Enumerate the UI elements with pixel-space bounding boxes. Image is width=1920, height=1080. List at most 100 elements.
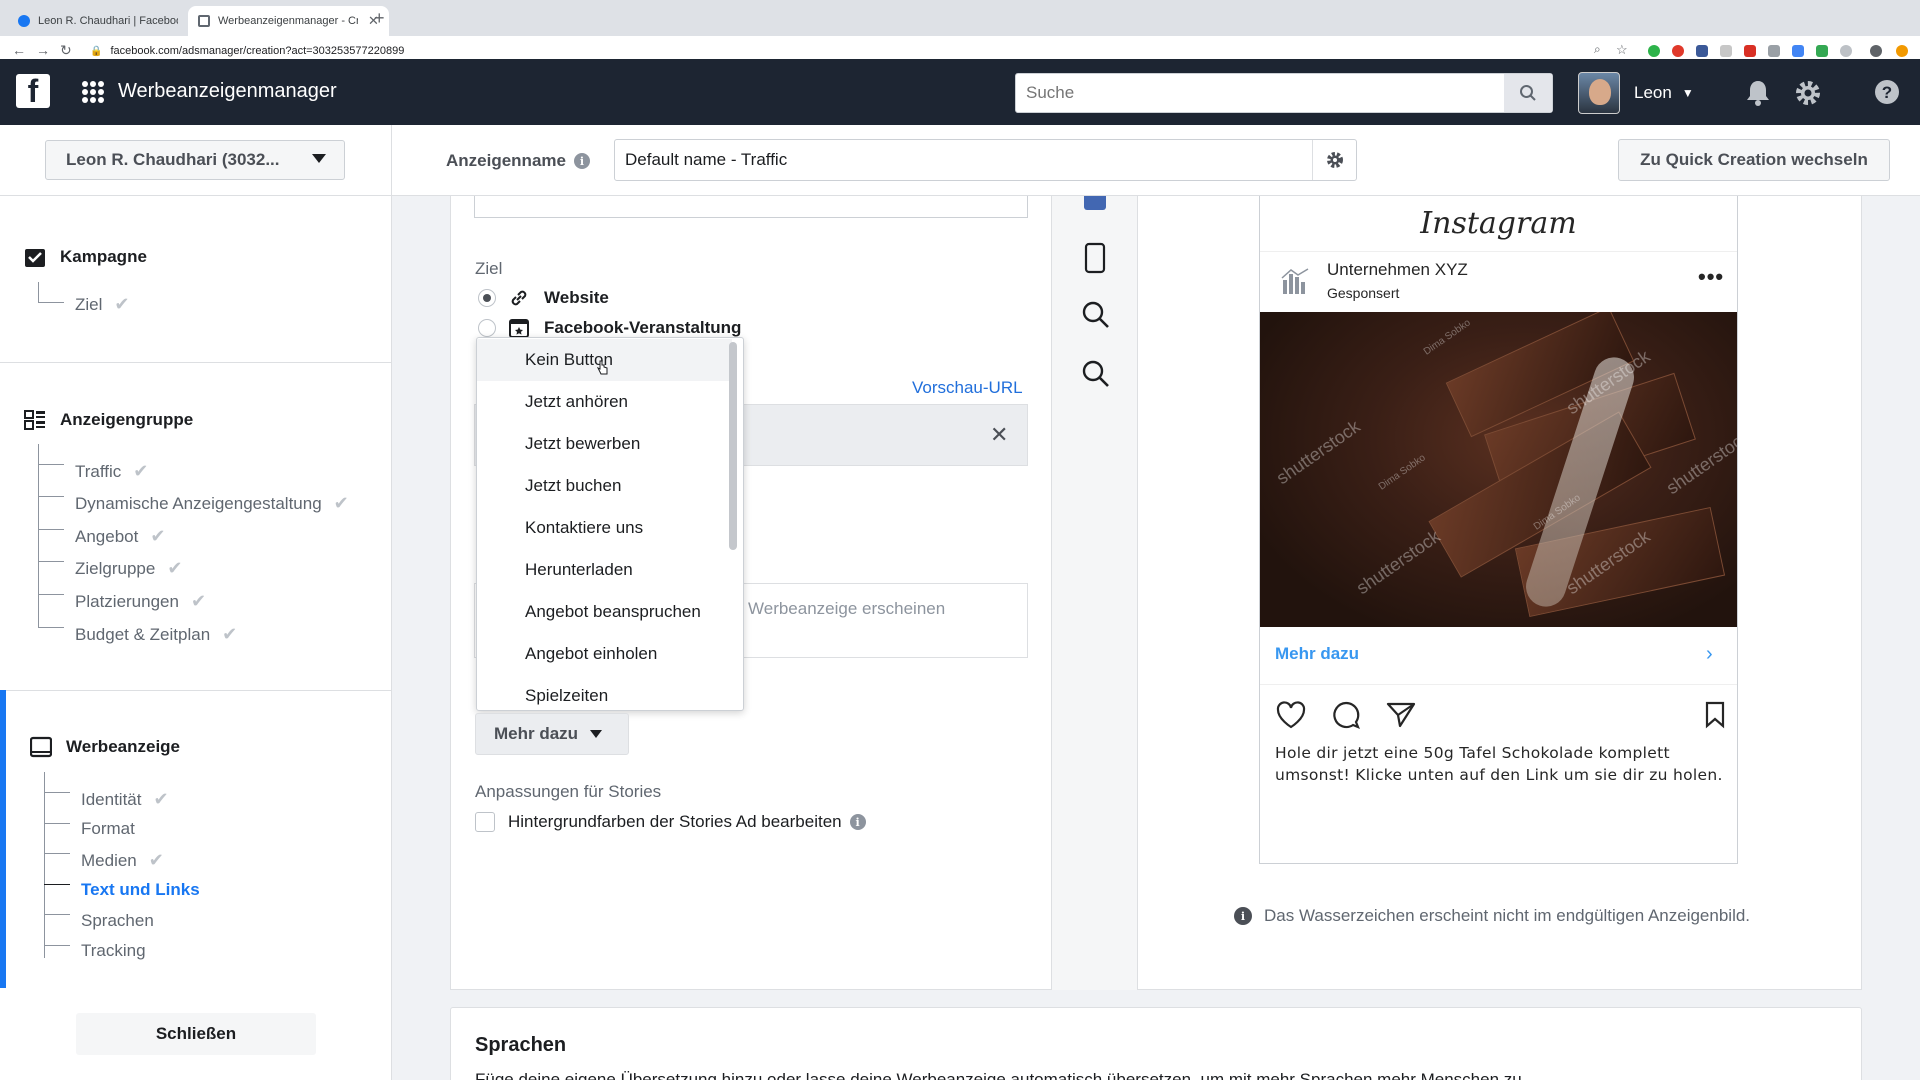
cta-option-jetzt-buchen[interactable]: Jetzt buchen: [477, 465, 732, 507]
cta-select-button[interactable]: Mehr dazu: [475, 713, 629, 755]
stories-checkbox-label: Hintergrundfarben der Stories Ad bearbei…: [508, 812, 842, 831]
back-icon[interactable]: ←: [12, 42, 26, 58]
bookmark-star-icon[interactable]: ☆: [1616, 42, 1628, 58]
event-radio[interactable]: [478, 319, 496, 337]
sidebar-item-text-links-active[interactable]: Text und Links: [81, 880, 200, 900]
close-button[interactable]: Schließen: [76, 1013, 316, 1055]
user-name: Leon: [1634, 83, 1672, 102]
dropdown-scrollbar[interactable]: [729, 342, 737, 550]
help-icon[interactable]: ?: [1874, 79, 1900, 105]
info-icon[interactable]: i: [573, 153, 590, 169]
sidebar-item-ziel[interactable]: Ziel ✔: [75, 294, 130, 315]
url-text: facebook.com/adsmanager/creation?act=303…: [110, 45, 405, 57]
sidebar-section-campaign[interactable]: Kampagne: [24, 246, 147, 268]
share-send-icon[interactable]: [1386, 701, 1416, 729]
facebook-favicon-icon: [18, 15, 30, 27]
cta-option-kontaktiere-uns[interactable]: Kontaktiere uns: [477, 507, 732, 549]
mobile-device-icon[interactable]: [1083, 242, 1107, 274]
extension-icon[interactable]: [1816, 45, 1828, 57]
text-input-partial[interactable]: [474, 196, 1028, 218]
extension-icon[interactable]: [1744, 45, 1756, 57]
url-field[interactable]: 🔒 facebook.com/adsmanager/creation?act=3…: [90, 41, 1570, 61]
preview-url-link[interactable]: Vorschau-URL: [912, 378, 1023, 398]
desktop-feed-icon[interactable]: [1084, 196, 1106, 210]
image-credit: Dima Sobko: [1421, 317, 1473, 358]
extension-icon[interactable]: [1696, 45, 1708, 57]
sidebar-item-dynamic-creative[interactable]: Dynamische Anzeigengestaltung ✔: [75, 493, 349, 514]
sidebar-section-adset[interactable]: Anzeigengruppe: [24, 409, 193, 431]
account-selector[interactable]: Leon R. Chaudhari (3032...: [45, 140, 345, 180]
forward-icon[interactable]: →: [36, 42, 50, 58]
search-results-icon[interactable]: [1081, 359, 1111, 389]
heart-icon[interactable]: [1275, 700, 1307, 730]
ad-name-input[interactable]: [615, 140, 1295, 180]
cta-option-spielzeiten[interactable]: Spielzeiten: [477, 675, 732, 710]
creation-header: Leon R. Chaudhari (3032... Anzeigenname …: [0, 125, 1920, 196]
languages-description: Füge deine eigene Übersetzung hinzu oder…: [475, 1070, 1522, 1080]
browser-tab-title: Werbeanzeigenmanager - Creat: [218, 15, 358, 27]
sidebar-item-medien[interactable]: Medien ✔: [81, 850, 164, 871]
ad-name-settings-button[interactable]: [1312, 140, 1356, 180]
destination-label: Ziel: [475, 259, 503, 278]
search-input[interactable]: [1016, 74, 1496, 112]
extension-icon[interactable]: [1768, 45, 1780, 57]
sidebar-item-angebot[interactable]: Angebot ✔: [75, 526, 165, 547]
settings-gear-icon[interactable]: [1794, 79, 1822, 107]
notifications-bell-icon[interactable]: [1745, 79, 1771, 107]
cta-option-jetzt-bewerben[interactable]: Jetzt bewerben: [477, 423, 732, 465]
apps-grid-icon[interactable]: [82, 81, 104, 103]
sidebar-item-label: Dynamische Anzeigengestaltung: [75, 493, 322, 513]
extension-icon[interactable]: [1792, 45, 1804, 57]
cta-option-angebot-einholen[interactable]: Angebot einholen: [477, 633, 732, 675]
sidebar-item-identitaet[interactable]: Identität ✔: [81, 789, 169, 810]
sidebar-item-platzierungen[interactable]: Platzierungen ✔: [75, 591, 206, 612]
info-icon[interactable]: i: [849, 814, 866, 830]
sidebar-section-ad[interactable]: Werbeanzeige: [30, 736, 180, 758]
languages-card: Sprachen Füge deine eigene Übersetzung h…: [450, 1007, 1862, 1080]
ig-cta-bar[interactable]: Mehr dazu ›: [1260, 627, 1737, 685]
chevron-down-icon: ▼: [1681, 86, 1694, 100]
website-radio[interactable]: [478, 289, 496, 307]
sidebar-item-sprachen[interactable]: Sprachen: [81, 911, 154, 931]
cta-option-jetzt-anhoeren[interactable]: Jetzt anhören: [477, 381, 732, 423]
sidebar-item-label: Identität: [81, 789, 142, 809]
svg-text:?: ?: [1882, 83, 1892, 102]
instagram-logo: Instagram: [1420, 206, 1577, 241]
profile-icon[interactable]: [1870, 45, 1882, 57]
browser-tab[interactable]: Leon R. Chaudhari | Facebook ✕: [8, 6, 209, 36]
extension-icon[interactable]: [1648, 45, 1660, 57]
quick-creation-button[interactable]: Zu Quick Creation wechseln: [1618, 139, 1890, 181]
update-icon[interactable]: [1896, 45, 1908, 57]
extension-icon[interactable]: [1672, 45, 1684, 57]
cta-option-herunterladen[interactable]: Herunterladen: [477, 549, 732, 591]
zoom-icon[interactable]: ⌕: [1594, 42, 1601, 57]
user-menu[interactable]: Leon ▼: [1578, 71, 1698, 115]
extension-icon[interactable]: [1720, 45, 1732, 57]
website-option[interactable]: Website: [508, 287, 609, 309]
reload-icon[interactable]: ↻: [60, 42, 72, 59]
clear-icon[interactable]: ✕: [990, 422, 1008, 448]
comment-icon[interactable]: [1330, 700, 1362, 730]
instagram-preview-card: Instagram Unternehmen XYZ Gesponsert •••…: [1259, 196, 1738, 864]
facebook-logo-icon[interactable]: f: [16, 74, 50, 108]
facebook-event-option[interactable]: Facebook-Veranstaltung: [508, 317, 741, 339]
text-field-placeholder: Werbeanzeige erscheinen: [748, 599, 946, 618]
ad-name-label-row: Anzeigenname i: [446, 151, 590, 171]
cta-option-angebot-beanspruchen[interactable]: Angebot beanspruchen: [477, 591, 732, 633]
search-button[interactable]: [1504, 74, 1552, 112]
sidebar-item-budget[interactable]: Budget & Zeitplan ✔: [75, 624, 237, 645]
stories-background-checkbox[interactable]: [475, 812, 495, 832]
languages-title: Sprachen: [475, 1034, 567, 1056]
new-tab-icon[interactable]: +: [374, 8, 385, 29]
ad-name-label: Anzeigenname: [446, 151, 566, 170]
search-placement-icon[interactable]: [1081, 300, 1111, 330]
more-options-icon[interactable]: •••: [1698, 264, 1724, 290]
sidebar-item-traffic[interactable]: Traffic ✔: [75, 461, 148, 482]
extension-icon[interactable]: [1840, 45, 1852, 57]
bookmark-icon[interactable]: [1704, 701, 1726, 729]
sidebar-item-tracking[interactable]: Tracking: [81, 941, 146, 961]
sidebar-item-zielgruppe[interactable]: Zielgruppe ✔: [75, 558, 182, 579]
sidebar-item-format[interactable]: Format: [81, 819, 135, 839]
sidebar-item-label: Medien: [81, 850, 137, 870]
browser-tab-active[interactable]: Werbeanzeigenmanager - Creat ✕: [188, 6, 389, 36]
